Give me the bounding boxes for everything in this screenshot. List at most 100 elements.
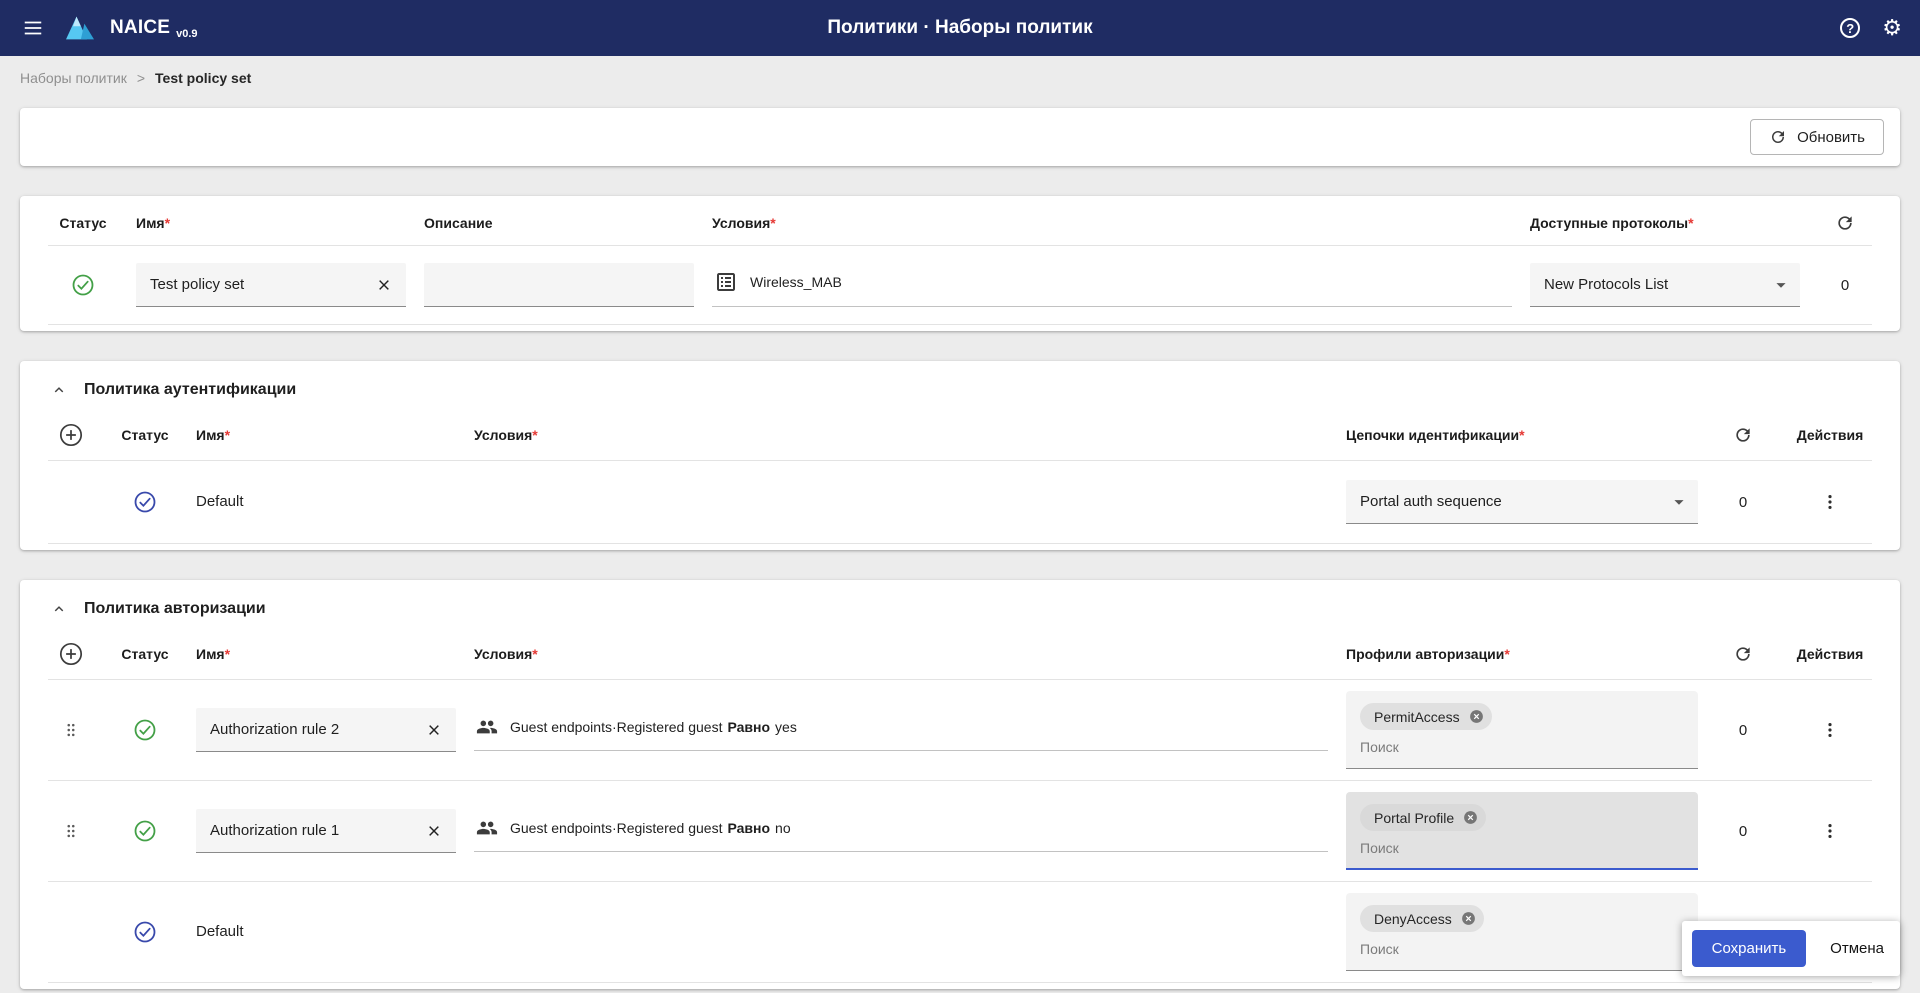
settings-button[interactable]: ⚙: [1882, 18, 1902, 38]
collapse-authentication-button[interactable]: [48, 379, 70, 401]
profile-search-input[interactable]: Поиск: [1360, 840, 1684, 856]
drag-dots-icon: [62, 821, 80, 841]
chip-cancel-icon: [1462, 809, 1479, 826]
status-check-icon: [133, 490, 157, 514]
rule-name-input[interactable]: [196, 809, 456, 853]
col-identity-sequence: Цепочки идентификации*: [1346, 427, 1698, 443]
profiles-field[interactable]: DenyAccess Поиск: [1346, 893, 1698, 971]
status-toggle[interactable]: [71, 273, 95, 297]
refresh-label: Обновить: [1797, 129, 1865, 146]
identity-sequence-select[interactable]: Portal auth sequence: [1346, 480, 1698, 524]
drag-dots-icon: [62, 720, 80, 740]
hits-count: 0: [1716, 722, 1770, 739]
policy-set-condition-field[interactable]: Wireless_MAB: [712, 264, 1512, 307]
protocols-select[interactable]: New Protocols List: [1530, 263, 1800, 307]
chip-remove-button[interactable]: [1462, 809, 1479, 826]
page-title: Политики · Наборы политик: [827, 17, 1092, 39]
authentication-row: Default Portal auth sequence 0: [48, 461, 1872, 544]
authorization-row: Guest endpoints·Registered guestРавноno …: [48, 781, 1872, 882]
status-check-icon: [71, 273, 95, 297]
row-actions-button[interactable]: [1820, 492, 1840, 512]
hits-column-icon: [1835, 213, 1855, 233]
add-authorization-rule-button[interactable]: [58, 641, 84, 667]
col-name: Имя*: [136, 215, 406, 231]
hits-count: 0: [1716, 823, 1770, 840]
authorization-row: Guest endpoints·Registered guestРавноyes…: [48, 680, 1872, 781]
profile-chip: Portal Profile: [1360, 804, 1486, 831]
naice-logo-icon: [64, 14, 96, 42]
col-status: Статус: [48, 215, 118, 231]
profile-chip: DenyAccess: [1360, 905, 1484, 932]
col-actions: Действия: [1788, 646, 1872, 662]
profile-search-input[interactable]: Поиск: [1360, 739, 1684, 755]
cancel-button[interactable]: Отмена: [1830, 940, 1884, 957]
chevron-down-icon: [1668, 491, 1690, 513]
menu-button[interactable]: [18, 13, 48, 43]
gear-icon: ⚙: [1882, 15, 1902, 40]
drag-handle[interactable]: [62, 821, 80, 841]
policy-set-card: Статус Имя* Описание Условия* Доступные …: [20, 196, 1900, 331]
breadcrumb-current: Test policy set: [155, 70, 251, 86]
status-toggle[interactable]: [133, 819, 157, 843]
status-toggle[interactable]: [133, 920, 157, 944]
identity-sequence-value: Portal auth sequence: [1360, 493, 1502, 510]
refresh-icon: [1769, 128, 1787, 146]
rule-name: Default: [196, 923, 244, 940]
collapse-authorization-button[interactable]: [48, 598, 70, 620]
rule-condition-field[interactable]: Guest endpoints·Registered guestРавноyes: [474, 710, 1328, 751]
help-button[interactable]: ?: [1840, 18, 1860, 38]
chip-cancel-icon: [1468, 708, 1485, 725]
refresh-button[interactable]: Обновить: [1750, 119, 1884, 155]
hits-count: 0: [1716, 494, 1770, 511]
description-input[interactable]: [424, 263, 694, 307]
policy-set-row: Wireless_MAB New Protocols List 0: [48, 246, 1872, 325]
drag-handle[interactable]: [62, 720, 80, 740]
chevron-up-icon: [50, 381, 68, 399]
status-check-icon: [133, 920, 157, 944]
col-name: Имя*: [196, 646, 456, 662]
content: Обновить Статус Имя* Описание Условия* Д…: [0, 100, 1920, 989]
chip-remove-button[interactable]: [1460, 910, 1477, 927]
col-conditions: Условия*: [712, 215, 1512, 231]
authorization-header-row: Статус Имя* Условия* Профили авторизации…: [48, 624, 1872, 680]
breadcrumb-parent-link[interactable]: Наборы политик: [20, 70, 127, 86]
chevron-down-icon: [1770, 274, 1792, 296]
rule-name-input[interactable]: [196, 708, 456, 752]
authorization-row: Default DenyAccess Поиск 0: [48, 882, 1872, 983]
more-vert-icon: [1820, 492, 1840, 512]
policy-set-name-input[interactable]: [136, 263, 406, 307]
col-hits: [1818, 213, 1872, 233]
authentication-header-row: Статус Имя* Условия* Цепочки идентификац…: [48, 405, 1872, 461]
save-bar: Сохранить Отмена: [1682, 921, 1900, 976]
help-icon: ?: [1840, 18, 1860, 38]
clear-name-button[interactable]: [372, 273, 396, 297]
authentication-policy-card: Политика аутентификации Статус Имя* Усло…: [20, 361, 1900, 550]
col-conditions: Условия*: [474, 646, 1328, 662]
col-conditions: Условия*: [474, 427, 1328, 443]
profiles-field[interactable]: Portal Profile Поиск: [1346, 792, 1698, 870]
chevron-up-icon: [50, 600, 68, 618]
status-toggle[interactable]: [133, 490, 157, 514]
add-authentication-rule-button[interactable]: [58, 422, 84, 448]
row-actions-button[interactable]: [1820, 720, 1840, 740]
col-protocols: Доступные протоколы*: [1530, 215, 1800, 231]
more-vert-icon: [1820, 720, 1840, 740]
clear-name-button[interactable]: [422, 819, 446, 843]
authorization-policy-card: Политика авторизации Статус Имя* Условия…: [20, 580, 1900, 989]
rule-name: Default: [196, 493, 244, 510]
row-actions-button[interactable]: [1820, 821, 1840, 841]
hamburger-icon: [22, 17, 44, 39]
status-check-icon: [133, 819, 157, 843]
hits-column-icon: [1733, 425, 1753, 445]
chip-remove-button[interactable]: [1468, 708, 1485, 725]
save-button[interactable]: Сохранить: [1692, 930, 1807, 967]
rule-condition-field[interactable]: Guest endpoints·Registered guestРавноno: [474, 811, 1328, 852]
hits-count: 0: [1818, 277, 1872, 294]
protocols-value: New Protocols List: [1544, 276, 1668, 293]
close-icon: [376, 277, 392, 293]
clear-name-button[interactable]: [422, 718, 446, 742]
condition-text: Guest endpoints·Registered guestРавноyes: [510, 719, 797, 735]
profile-search-input[interactable]: Поиск: [1360, 941, 1684, 957]
status-toggle[interactable]: [133, 718, 157, 742]
profiles-field[interactable]: PermitAccess Поиск: [1346, 691, 1698, 769]
